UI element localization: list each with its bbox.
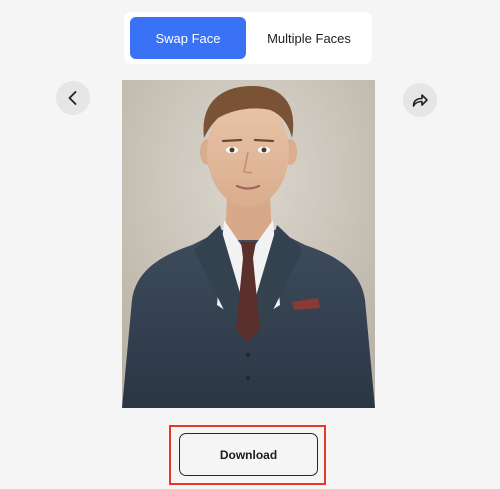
tab-swap-face[interactable]: Swap Face (130, 17, 246, 59)
download-button[interactable]: Download (179, 433, 318, 476)
mode-tab-bar: Swap Face Multiple Faces (124, 12, 372, 64)
chevron-left-icon (68, 91, 77, 105)
previous-button[interactable] (56, 81, 90, 115)
tab-multiple-faces[interactable]: Multiple Faces (252, 17, 366, 59)
share-arrow-icon (412, 94, 428, 107)
share-button[interactable] (403, 83, 437, 117)
result-photo (122, 80, 375, 408)
